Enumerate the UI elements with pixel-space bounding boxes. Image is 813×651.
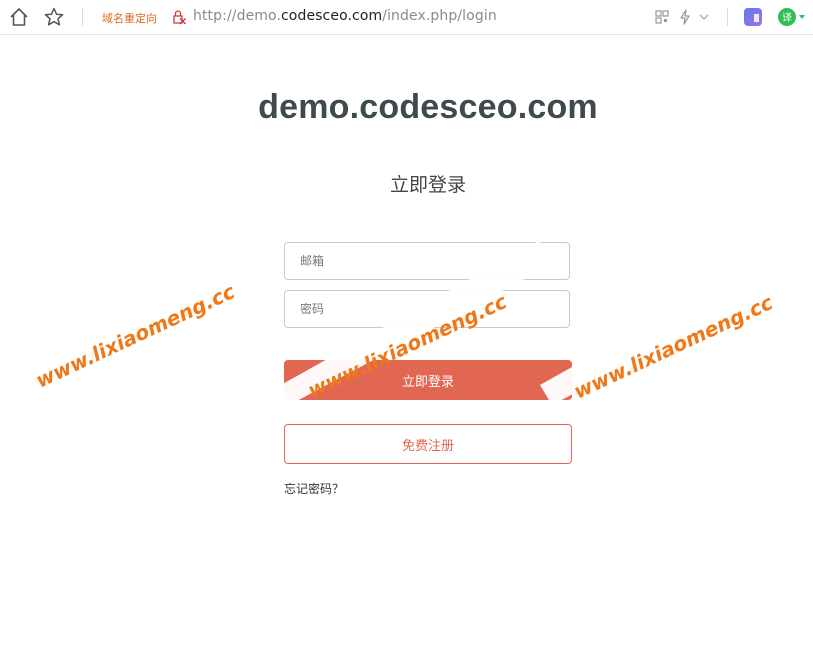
password-input[interactable] xyxy=(285,291,569,327)
toolbar-divider xyxy=(727,8,728,26)
url-domain: codesceo.com xyxy=(281,8,383,24)
password-field xyxy=(284,290,570,328)
bookmark-star-icon[interactable] xyxy=(43,6,65,28)
site-title: demo.codesceo.com xyxy=(258,88,598,126)
login-heading: 立即登录 xyxy=(389,174,466,196)
email-input[interactable] xyxy=(285,243,569,279)
lightning-icon[interactable] xyxy=(674,6,696,28)
url-prefix: http://demo. xyxy=(193,8,281,24)
translate-badge-text: 译 xyxy=(782,12,792,24)
chevron-down-icon[interactable] xyxy=(697,6,711,28)
home-icon[interactable] xyxy=(8,6,30,28)
watermark-text: www.lixiaomeng.cc xyxy=(32,279,239,392)
toolbar-divider xyxy=(82,8,83,26)
caret-down-icon[interactable] xyxy=(797,6,807,28)
redirect-label: 域名重定向 xyxy=(102,12,157,25)
qr-code-icon[interactable] xyxy=(651,6,673,28)
forgot-password-link[interactable]: 忘记密码？ xyxy=(284,480,344,497)
page: 域名重定向 http://demo.codesceo.com/index.php… xyxy=(0,0,813,651)
register-button[interactable]: 免费注册 xyxy=(284,424,572,464)
translate-icon[interactable]: 译 xyxy=(776,6,798,28)
login-button[interactable]: 立即登录 xyxy=(284,360,572,400)
email-field xyxy=(284,242,570,280)
extension-icon[interactable] xyxy=(742,6,764,28)
url-path: /index.php/login xyxy=(382,8,497,24)
insecure-connection-icon[interactable] xyxy=(171,9,187,25)
address-url[interactable]: http://demo.codesceo.com/index.php/login xyxy=(193,8,497,24)
watermark-text: www.lixiaomeng.cc xyxy=(570,290,777,403)
browser-address-bar: 域名重定向 http://demo.codesceo.com/index.php… xyxy=(0,0,813,35)
